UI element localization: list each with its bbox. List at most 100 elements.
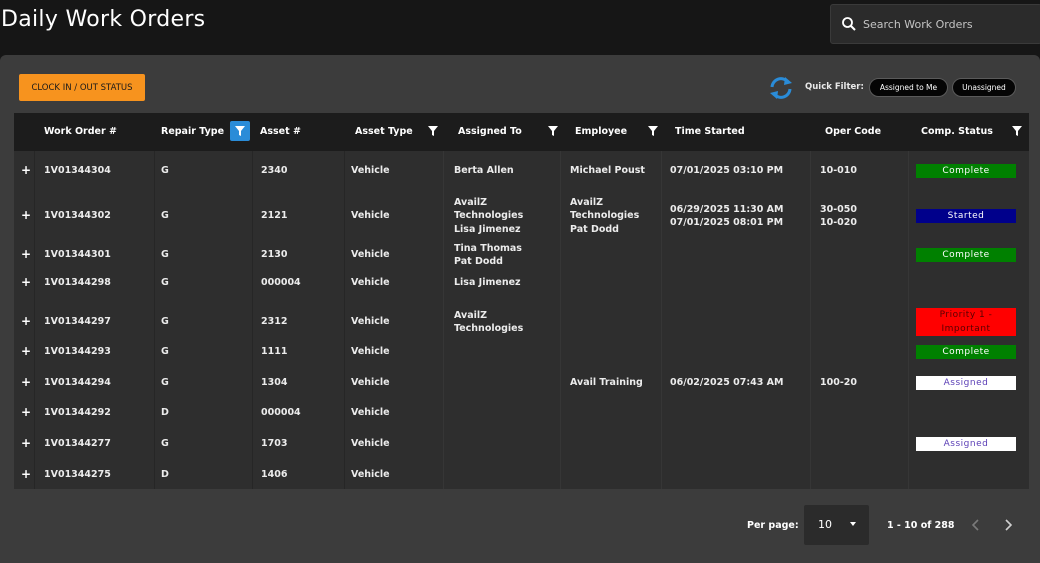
column-header-comp-status[interactable]: Comp. Status bbox=[921, 126, 993, 137]
status-badge: Complete bbox=[916, 345, 1016, 359]
work-order-cell: 1V01344302 bbox=[44, 210, 111, 222]
quick-filter-assigned-to-me[interactable]: Assigned to Me bbox=[869, 78, 948, 97]
time-started-cell: 07/01/2025 03:10 PM bbox=[670, 165, 784, 177]
table-row[interactable]: +1V01344294 G 1304 Vehicle Avail Training 06/… bbox=[14, 372, 1029, 394]
assigned-to-cell: AvailZ Technologies bbox=[454, 309, 524, 335]
table-row[interactable]: +1V01344298 G 000004 Vehicle Lisa Jimenez bbox=[14, 272, 1029, 294]
repair-type-cell: G bbox=[161, 316, 169, 328]
expand-row-icon[interactable]: + bbox=[21, 436, 31, 450]
work-order-cell: 1V01344293 bbox=[44, 346, 111, 358]
asset-type-cell: Vehicle bbox=[351, 438, 390, 450]
asset-cell: 1304 bbox=[261, 377, 288, 389]
repair-type-cell: D bbox=[161, 469, 169, 481]
employee-cell: Michael Poust bbox=[570, 165, 645, 177]
expand-row-icon[interactable]: + bbox=[21, 344, 31, 358]
chevron-left-icon[interactable] bbox=[966, 515, 986, 535]
time-started-cell: 06/02/2025 07:43 AM bbox=[670, 377, 784, 389]
work-order-cell: 1V01344304 bbox=[44, 165, 111, 177]
table-header: Work Order # Repair Type Asset # Asset T… bbox=[14, 113, 1029, 151]
column-header-repair-type[interactable]: Repair Type bbox=[161, 126, 224, 137]
repair-type-cell: G bbox=[161, 210, 169, 222]
table-row[interactable]: +1V01344304 G 2340 Vehicle Berta Allen Michae… bbox=[14, 160, 1029, 182]
work-orders-table: Work Order # Repair Type Asset # Asset T… bbox=[14, 113, 1029, 489]
column-header-employee[interactable]: Employee bbox=[575, 126, 627, 137]
top-bar: Daily Work Orders bbox=[0, 0, 1040, 55]
expand-row-icon[interactable]: + bbox=[21, 314, 31, 328]
oper-code-cell: 10-010 bbox=[820, 165, 857, 177]
table-row[interactable]: +1V01344293 G 1111 Vehicle Complete bbox=[14, 341, 1029, 363]
work-orders-panel: CLOCK IN / OUT STATUS Quick Filter: Assi… bbox=[0, 55, 1040, 563]
status-badge: Priority 1 - Important bbox=[916, 308, 1016, 336]
repair-type-filter-button[interactable] bbox=[230, 121, 250, 141]
assigned-to-cell: Tina Thomas Pat Dodd bbox=[454, 242, 522, 268]
filter-icon[interactable] bbox=[1012, 126, 1022, 136]
table-row[interactable]: +1V01344277 G 1703 Vehicle Assigned bbox=[14, 433, 1029, 455]
assigned-to-cell: Lisa Jimenez bbox=[454, 277, 521, 289]
asset-type-cell: Vehicle bbox=[351, 346, 390, 358]
column-header-work-order[interactable]: Work Order # bbox=[44, 126, 117, 137]
table-row[interactable]: +1V01344292 D 000004 Vehicle bbox=[14, 402, 1029, 424]
filter-icon[interactable] bbox=[548, 126, 558, 136]
table-row[interactable]: +1V01344297 G 2312 Vehicle AvailZ Technologie… bbox=[14, 304, 1029, 340]
search-input[interactable] bbox=[863, 17, 1033, 31]
employee-cell: AvailZ Technologies Pat Dodd bbox=[570, 196, 640, 235]
asset-type-cell: Vehicle bbox=[351, 377, 390, 389]
expand-row-icon[interactable]: + bbox=[21, 405, 31, 419]
search-box[interactable] bbox=[830, 4, 1040, 44]
column-header-oper-code[interactable]: Oper Code bbox=[825, 126, 881, 137]
per-page-value: 10 bbox=[818, 518, 832, 531]
per-page-label: Per page: bbox=[747, 520, 799, 531]
work-order-cell: 1V01344292 bbox=[44, 407, 111, 419]
repair-type-cell: G bbox=[161, 377, 169, 389]
expand-row-icon[interactable]: + bbox=[21, 375, 31, 389]
oper-code-cell: 30-050 10-020 bbox=[820, 203, 857, 229]
asset-type-cell: Vehicle bbox=[351, 407, 390, 419]
time-started-cell: 06/29/2025 11:30 AM 07/01/2025 08:01 PM bbox=[670, 203, 784, 229]
column-header-time-started[interactable]: Time Started bbox=[675, 126, 745, 137]
asset-type-cell: Vehicle bbox=[351, 249, 390, 261]
table-row[interactable]: +1V01344301 G 2130 Vehicle Tina Thomas Pat Do… bbox=[14, 239, 1029, 271]
expand-row-icon[interactable]: + bbox=[21, 247, 31, 261]
asset-cell: 2121 bbox=[261, 210, 288, 222]
chevron-right-icon[interactable] bbox=[998, 515, 1018, 535]
asset-type-cell: Vehicle bbox=[351, 316, 390, 328]
work-order-cell: 1V01344277 bbox=[44, 438, 111, 450]
status-badge: Complete bbox=[916, 164, 1016, 178]
repair-type-cell: G bbox=[161, 438, 169, 450]
expand-row-icon[interactable]: + bbox=[21, 275, 31, 289]
asset-type-cell: Vehicle bbox=[351, 210, 390, 222]
table-row[interactable]: +1V01344302 G 2121 Vehicle AvailZ Technologie… bbox=[14, 185, 1029, 247]
column-header-asset-type[interactable]: Asset Type bbox=[355, 126, 413, 137]
work-order-cell: 1V01344294 bbox=[44, 377, 111, 389]
status-badge: Started bbox=[916, 209, 1016, 223]
table-row[interactable]: +1V01344275 D 1406 Vehicle bbox=[14, 464, 1029, 486]
asset-type-cell: Vehicle bbox=[351, 277, 390, 289]
asset-type-cell: Vehicle bbox=[351, 165, 390, 177]
repair-type-cell: G bbox=[161, 165, 169, 177]
clock-in-out-button[interactable]: CLOCK IN / OUT STATUS bbox=[19, 74, 145, 101]
filter-icon[interactable] bbox=[428, 126, 438, 136]
search-icon bbox=[842, 17, 856, 31]
work-order-cell: 1V01344301 bbox=[44, 249, 111, 261]
repair-type-cell: G bbox=[161, 346, 169, 358]
expand-row-icon[interactable]: + bbox=[21, 208, 31, 222]
work-order-cell: 1V01344298 bbox=[44, 277, 111, 289]
status-badge: Assigned bbox=[916, 376, 1016, 390]
employee-cell: Avail Training bbox=[570, 377, 643, 389]
expand-row-icon[interactable]: + bbox=[21, 163, 31, 177]
page-range: 1 - 10 of 288 bbox=[887, 520, 955, 531]
per-page-select[interactable]: 10 bbox=[804, 505, 869, 545]
filter-icon[interactable] bbox=[648, 126, 658, 136]
repair-type-cell: G bbox=[161, 249, 169, 261]
refresh-icon[interactable] bbox=[768, 75, 794, 101]
column-header-assigned-to[interactable]: Assigned To bbox=[458, 126, 522, 137]
column-header-asset[interactable]: Asset # bbox=[260, 126, 301, 137]
asset-cell: 000004 bbox=[261, 407, 301, 419]
asset-cell: 2340 bbox=[261, 165, 288, 177]
pagination: Per page: 10 1 - 10 of 288 bbox=[0, 505, 1040, 545]
quick-filter-label: Quick Filter: bbox=[805, 82, 864, 92]
expand-row-icon[interactable]: + bbox=[21, 467, 31, 481]
quick-filter-unassigned[interactable]: Unassigned bbox=[952, 78, 1016, 97]
asset-cell: 2312 bbox=[261, 316, 288, 328]
work-order-cell: 1V01344297 bbox=[44, 316, 111, 328]
